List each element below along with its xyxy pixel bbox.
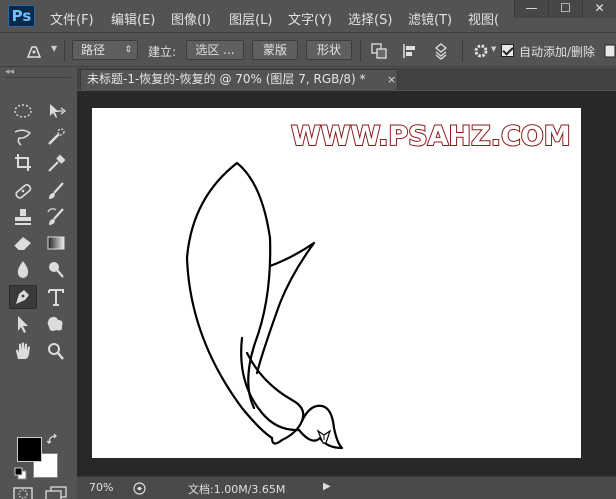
history-brush-tool-icon[interactable] bbox=[44, 206, 68, 228]
hand-tool-icon[interactable] bbox=[11, 340, 35, 362]
move-tool-icon[interactable] bbox=[44, 100, 68, 122]
eyedropper-tool-icon[interactable] bbox=[44, 152, 68, 174]
default-colors-icon[interactable] bbox=[14, 467, 28, 481]
blur-tool-icon[interactable] bbox=[11, 258, 35, 280]
bird-path-drawing bbox=[185, 161, 344, 450]
gear-icon[interactable] bbox=[472, 42, 490, 60]
status-bar: 70% 文档:1.00M/3.65M ▶ bbox=[77, 476, 616, 499]
options-bar: ▼ 路径 ⇕ 建立: 选区 ... 蒙版 形状 ▼ 自动添加/删除 bbox=[0, 34, 616, 67]
marquee-tool-icon[interactable] bbox=[11, 100, 35, 122]
minimize-button[interactable]: — bbox=[514, 0, 548, 18]
canvas-workspace[interactable]: WWW.PSAHZ.COM bbox=[77, 91, 616, 476]
document-tab[interactable]: 未标题-1-恢复的-恢复的 @ 70% (图层 7, RGB/8) * × bbox=[80, 69, 398, 90]
swap-colors-icon[interactable] bbox=[47, 434, 59, 446]
brush-tool-icon[interactable] bbox=[44, 180, 68, 202]
path-operations-icon[interactable] bbox=[370, 42, 388, 60]
menu-filter[interactable]: 滤镜(T) bbox=[408, 9, 452, 28]
mask-button[interactable]: 蒙版 bbox=[252, 40, 298, 60]
app-logo: Ps bbox=[8, 5, 35, 27]
document-tab-bar: 未标题-1-恢复的-恢复的 @ 70% (图层 7, RGB/8) * × bbox=[77, 68, 616, 90]
status-info-icon[interactable] bbox=[133, 482, 146, 495]
close-button[interactable]: ✕ bbox=[582, 0, 616, 18]
window-controls: — ☐ ✕ bbox=[514, 0, 616, 18]
status-menu-arrow-icon[interactable]: ▶ bbox=[323, 481, 331, 492]
clone-stamp-tool-icon[interactable] bbox=[11, 206, 35, 228]
selection-button[interactable]: 选区 ... bbox=[186, 40, 244, 60]
pen-tool-icon[interactable] bbox=[11, 286, 35, 308]
maximize-button[interactable]: ☐ bbox=[548, 0, 582, 18]
document-size-info: 文档:1.00M/3.65M bbox=[188, 483, 286, 496]
tool-preset-chevron-icon[interactable]: ▼ bbox=[51, 44, 57, 53]
pen-tool-icon[interactable] bbox=[25, 42, 43, 60]
chevron-updown-icon: ⇕ bbox=[124, 45, 132, 55]
mode-select[interactable]: 路径 ⇕ bbox=[72, 40, 138, 60]
tab-close-icon[interactable]: × bbox=[387, 70, 396, 89]
collapse-toolbox-icon[interactable]: ◂◂ bbox=[5, 67, 14, 77]
align-edges-checkbox[interactable] bbox=[604, 44, 616, 58]
lasso-tool-icon[interactable] bbox=[11, 126, 35, 148]
menu-select[interactable]: 选择(S) bbox=[348, 9, 392, 28]
quick-mask-icon[interactable] bbox=[11, 486, 35, 499]
menu-edit[interactable]: 编辑(E) bbox=[111, 9, 155, 28]
toolbox-panel: ◂◂ bbox=[0, 68, 76, 499]
custom-shape-tool-icon[interactable] bbox=[44, 313, 68, 335]
path-arrangement-icon[interactable] bbox=[432, 42, 450, 60]
gradient-tool-icon[interactable] bbox=[44, 232, 68, 254]
menu-image[interactable]: 图像(I) bbox=[171, 9, 211, 28]
type-tool-icon[interactable] bbox=[44, 286, 68, 308]
healing-brush-tool-icon[interactable] bbox=[11, 180, 35, 202]
menu-file[interactable]: 文件(F) bbox=[50, 9, 94, 28]
mode-select-value: 路径 bbox=[81, 43, 106, 57]
foreground-color-swatch[interactable] bbox=[17, 437, 42, 462]
crop-tool-icon[interactable] bbox=[11, 152, 35, 174]
path-alignment-icon[interactable] bbox=[401, 42, 419, 60]
build-label: 建立: bbox=[148, 45, 177, 59]
screen-mode-icon[interactable] bbox=[44, 486, 68, 499]
zoom-tool-icon[interactable] bbox=[44, 340, 68, 362]
document-canvas[interactable]: WWW.PSAHZ.COM bbox=[92, 108, 581, 458]
path-select-tool-icon[interactable] bbox=[11, 313, 35, 335]
menu-type[interactable]: 文字(Y) bbox=[288, 9, 332, 28]
toolbox-header: ◂◂ bbox=[5, 68, 71, 78]
shape-button[interactable]: 形状 bbox=[306, 40, 352, 60]
quick-select-tool-icon[interactable] bbox=[44, 126, 68, 148]
menu-bar: Ps 文件(F) 编辑(E) 图像(I) 图层(L) 文字(Y) 选择(S) 滤… bbox=[0, 0, 616, 33]
gear-chevron-icon[interactable]: ▼ bbox=[491, 45, 496, 53]
zoom-level[interactable]: 70% bbox=[89, 481, 113, 494]
auto-add-delete-checkbox[interactable] bbox=[501, 44, 514, 57]
eraser-tool-icon[interactable] bbox=[11, 232, 35, 254]
menu-view[interactable]: 视图( bbox=[468, 9, 499, 28]
menu-layer[interactable]: 图层(L) bbox=[229, 9, 272, 28]
document-tab-title: 未标题-1-恢复的-恢复的 @ 70% (图层 7, RGB/8) * bbox=[87, 72, 366, 86]
auto-add-delete-label: 自动添加/删除 bbox=[519, 45, 596, 59]
dodge-tool-icon[interactable] bbox=[44, 258, 68, 280]
